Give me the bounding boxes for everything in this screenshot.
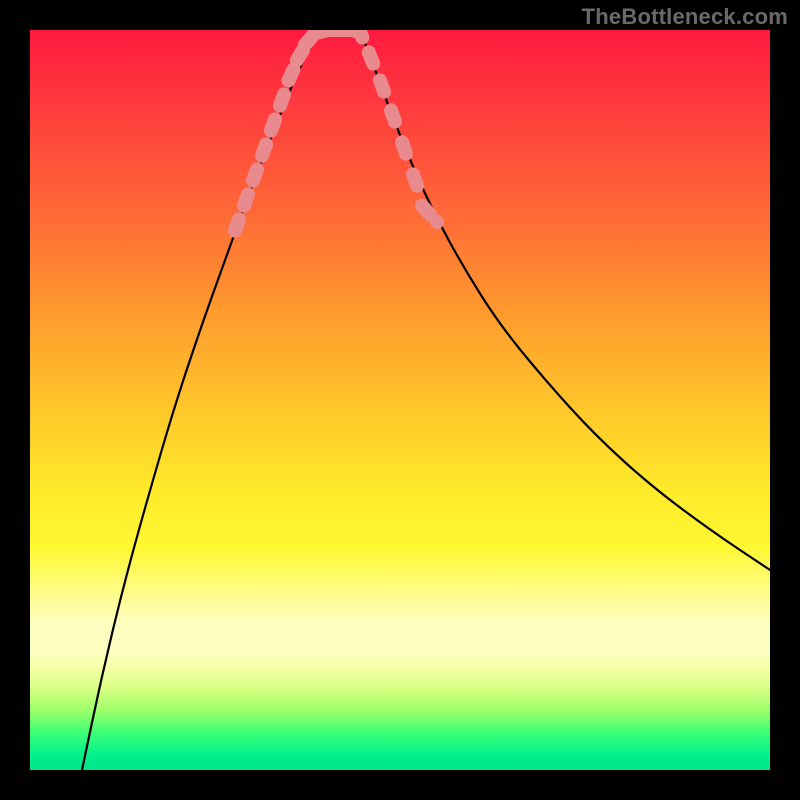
curve-layer [30,30,770,770]
plot-area [30,30,770,770]
watermark-text: TheBottleneck.com [582,4,788,30]
series-left-branch [82,30,320,770]
series-pink-overlay-left [235,30,318,231]
chart-stage: TheBottleneck.com [0,0,800,800]
series-right-branch [360,30,770,570]
